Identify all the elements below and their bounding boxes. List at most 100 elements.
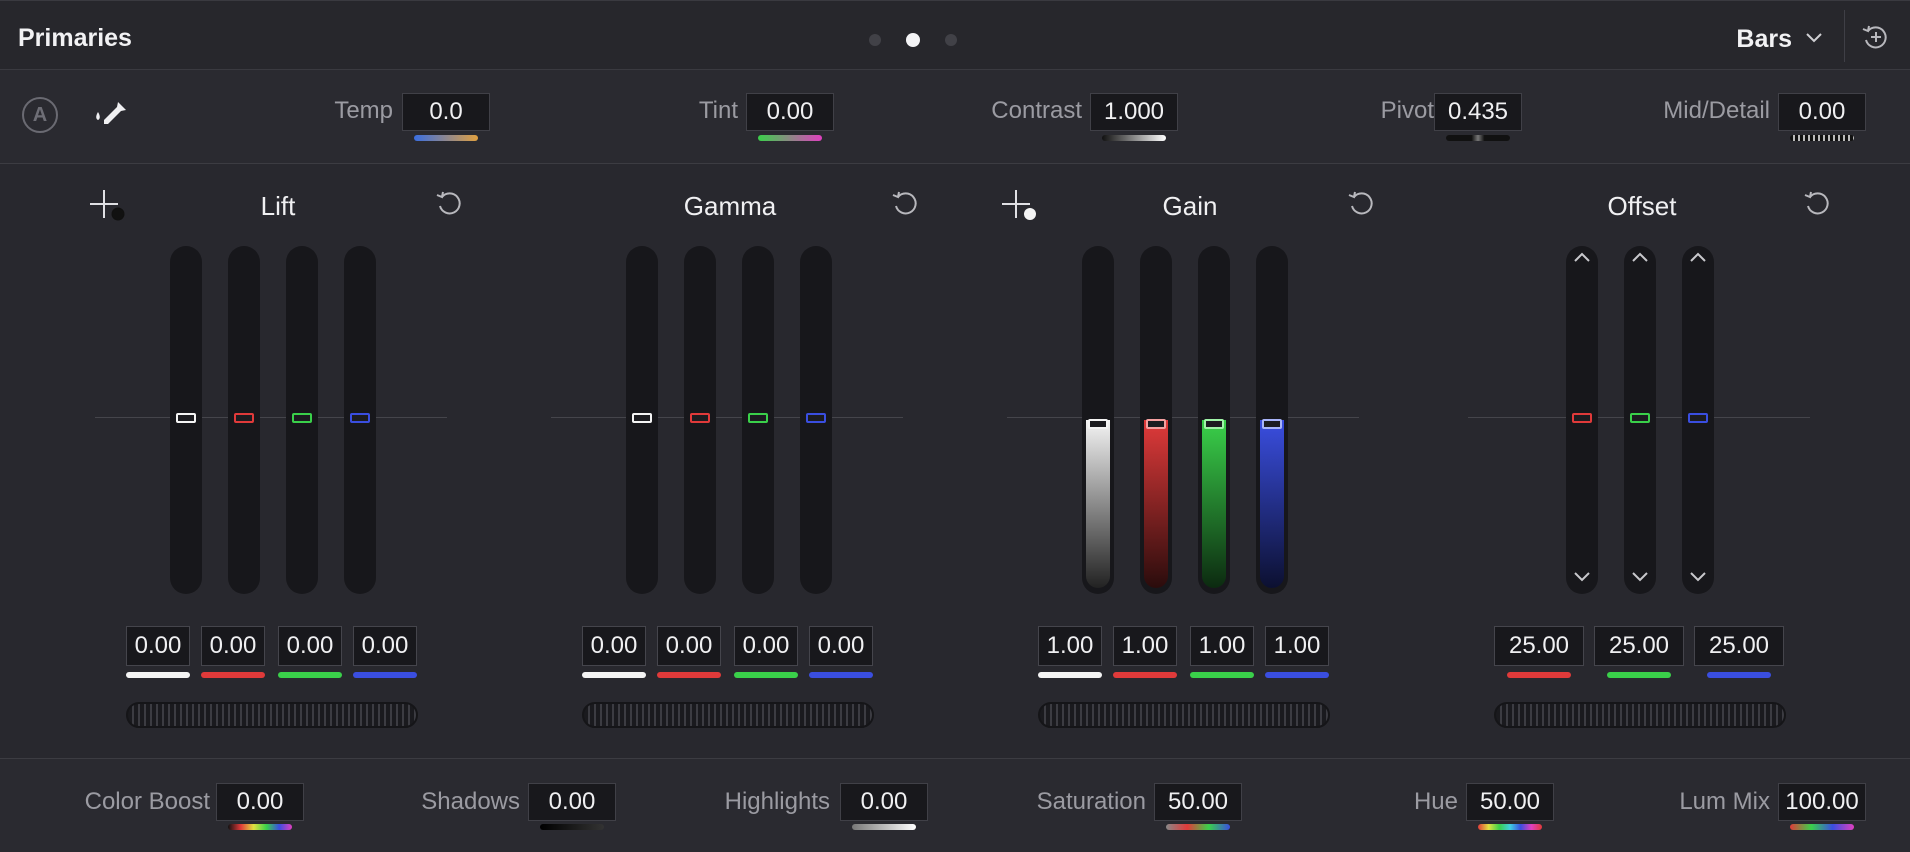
lift-red-value[interactable]: 0.00: [201, 626, 265, 666]
lift-red-handle[interactable]: [234, 413, 254, 423]
lift-green-bar: [278, 672, 342, 678]
color-boost-slider[interactable]: [228, 824, 292, 830]
gain-master-wheel[interactable]: [1038, 702, 1330, 728]
hue-slider[interactable]: [1478, 824, 1542, 830]
temp-label: Temp: [334, 97, 393, 124]
gain-green-value[interactable]: 1.00: [1190, 626, 1254, 666]
chevron-down-icon[interactable]: [1804, 28, 1824, 48]
offset-red-handle[interactable]: [1572, 413, 1592, 423]
highlights-slider[interactable]: [852, 824, 916, 830]
chevron-down-icon[interactable]: [1630, 570, 1650, 584]
pivot-value[interactable]: 0.435: [1434, 93, 1522, 131]
gain-red-handle[interactable]: [1146, 419, 1166, 429]
lum-mix-label: Lum Mix: [1679, 788, 1770, 815]
crosshair-picker-icon[interactable]: [88, 188, 128, 224]
gamma-green-value[interactable]: 0.00: [734, 626, 798, 666]
history-reset-icon[interactable]: [1860, 22, 1890, 52]
crosshair-picker-icon[interactable]: [1000, 188, 1040, 224]
contrast-label: Contrast: [991, 97, 1082, 124]
offset-blue-value[interactable]: 25.00: [1694, 626, 1784, 666]
offset-red-value[interactable]: 25.00: [1494, 626, 1584, 666]
gain-master-value[interactable]: 1.00: [1038, 626, 1102, 666]
lift-green-handle[interactable]: [292, 413, 312, 423]
gain-baseline: [1007, 417, 1359, 418]
gamma-master-handle[interactable]: [632, 413, 652, 423]
gamma-red-bar: [657, 672, 721, 678]
offset-blue-bar: [1707, 672, 1771, 678]
color-boost-label: Color Boost: [84, 788, 210, 815]
offset-green-handle[interactable]: [1630, 413, 1650, 423]
saturation-value[interactable]: 50.00: [1154, 783, 1242, 821]
gain-red-bar: [1113, 672, 1177, 678]
lift-blue-bar: [353, 672, 417, 678]
gamma-reset-icon[interactable]: [890, 188, 920, 218]
lift-master-value[interactable]: 0.00: [126, 626, 190, 666]
gamma-green-handle[interactable]: [748, 413, 768, 423]
lift-master-handle[interactable]: [176, 413, 196, 423]
shadows-value[interactable]: 0.00: [528, 783, 616, 821]
shadows-slider[interactable]: [540, 824, 604, 830]
gain-master-handle[interactable]: [1088, 419, 1108, 429]
offset-reset-icon[interactable]: [1802, 188, 1832, 218]
gain-red-value[interactable]: 1.00: [1113, 626, 1177, 666]
highlights-value[interactable]: 0.00: [840, 783, 928, 821]
mid-detail-label: Mid/Detail: [1663, 97, 1770, 124]
hue-value[interactable]: 50.00: [1466, 783, 1554, 821]
offset-title: Offset: [1607, 191, 1677, 221]
chevron-up-icon[interactable]: [1688, 250, 1708, 264]
lift-master-wheel[interactable]: [126, 702, 418, 728]
page-dot-3[interactable]: [945, 34, 957, 46]
gain-reset-icon[interactable]: [1346, 188, 1376, 218]
lum-mix-value[interactable]: 100.00: [1778, 783, 1866, 821]
gamma-baseline: [551, 417, 903, 418]
gamma-blue-handle[interactable]: [806, 413, 826, 423]
offset-master-wheel[interactable]: [1494, 702, 1786, 728]
gain-master-fill: [1086, 420, 1110, 588]
color-boost-value[interactable]: 0.00: [216, 783, 304, 821]
chevron-down-icon[interactable]: [1572, 570, 1592, 584]
offset-red-bar: [1507, 672, 1571, 678]
auto-balance-icon[interactable]: A: [22, 97, 58, 133]
gamma-red-value[interactable]: 0.00: [657, 626, 721, 666]
gamma-master-wheel[interactable]: [582, 702, 874, 728]
offset-green-value[interactable]: 25.00: [1594, 626, 1684, 666]
lift-reset-icon[interactable]: [434, 188, 464, 218]
lift-blue-value[interactable]: 0.00: [353, 626, 417, 666]
lum-mix-slider[interactable]: [1790, 824, 1854, 830]
offset-blue-handle[interactable]: [1688, 413, 1708, 423]
temp-slider[interactable]: [414, 135, 478, 141]
highlights-label: Highlights: [724, 788, 830, 815]
page-dot-2-active[interactable]: [906, 33, 920, 47]
saturation-label: Saturation: [1036, 788, 1146, 815]
gain-blue-value[interactable]: 1.00: [1265, 626, 1329, 666]
contrast-slider[interactable]: [1102, 135, 1166, 141]
lift-blue-handle[interactable]: [350, 413, 370, 423]
gain-blue-handle[interactable]: [1262, 419, 1282, 429]
eyedropper-icon[interactable]: [92, 96, 132, 136]
gain-green-bar: [1190, 672, 1254, 678]
saturation-slider[interactable]: [1166, 824, 1230, 830]
tint-label: Tint: [698, 97, 738, 124]
gamma-blue-value[interactable]: 0.00: [809, 626, 873, 666]
gamma-blue-bar: [809, 672, 873, 678]
temp-value[interactable]: 0.0: [402, 93, 490, 131]
gain-green-handle[interactable]: [1204, 419, 1224, 429]
gamma-master-bar: [582, 672, 646, 678]
chevron-down-icon[interactable]: [1688, 570, 1708, 584]
page-dot-1[interactable]: [869, 34, 881, 46]
lift-red-bar: [201, 672, 265, 678]
chevron-up-icon[interactable]: [1572, 250, 1592, 264]
gain-blue-bar: [1265, 672, 1329, 678]
lift-green-value[interactable]: 0.00: [278, 626, 342, 666]
tint-slider[interactable]: [758, 135, 822, 141]
chevron-up-icon[interactable]: [1630, 250, 1650, 264]
mid-detail-value[interactable]: 0.00: [1778, 93, 1866, 131]
mid-detail-slider[interactable]: [1790, 135, 1854, 141]
lift-title: Lift: [260, 191, 296, 221]
contrast-value[interactable]: 1.000: [1090, 93, 1178, 131]
mode-dropdown-label[interactable]: Bars: [1736, 25, 1792, 54]
tint-value[interactable]: 0.00: [746, 93, 834, 131]
gamma-red-handle[interactable]: [690, 413, 710, 423]
gamma-master-value[interactable]: 0.00: [582, 626, 646, 666]
pivot-slider[interactable]: [1446, 135, 1510, 141]
